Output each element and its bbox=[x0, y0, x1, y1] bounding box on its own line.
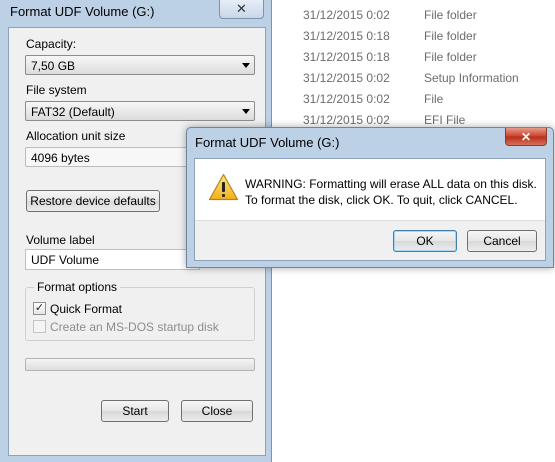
chevron-down-icon bbox=[242, 63, 250, 68]
format-progress-bar bbox=[25, 358, 255, 371]
filesystem-value: FAT32 (Default) bbox=[31, 105, 115, 119]
volume-label-value: UDF Volume bbox=[31, 253, 100, 267]
date-modified: 31/12/2015 0:02 bbox=[303, 71, 390, 85]
cancel-button[interactable]: Cancel bbox=[467, 230, 537, 252]
file-type: EFI File bbox=[424, 113, 466, 127]
warning-message-line: WARNING: Formatting will erase ALL data … bbox=[245, 177, 537, 191]
close-button[interactable]: Close bbox=[181, 400, 253, 422]
start-button[interactable]: Start bbox=[101, 400, 169, 422]
restore-defaults-button[interactable]: Restore device defaults bbox=[26, 190, 160, 212]
warning-dialog: Format UDF Volume (G:) ✕ WARNING: Format… bbox=[186, 127, 554, 268]
capacity-select[interactable]: 7,50 GB bbox=[25, 55, 255, 75]
list-item[interactable]: 31/12/2015 0:02 File bbox=[300, 89, 555, 110]
capacity-value: 7,50 GB bbox=[31, 59, 76, 73]
format-options-title: Format options bbox=[34, 280, 121, 294]
date-modified: 31/12/2015 0:18 bbox=[303, 29, 390, 43]
allocation-select[interactable]: 4096 bytes bbox=[25, 147, 200, 167]
date-modified: 31/12/2015 0:02 bbox=[303, 8, 390, 22]
close-icon[interactable]: ✕ bbox=[219, 0, 264, 19]
allocation-label: Allocation unit size bbox=[26, 129, 126, 143]
msdos-startup-checkbox[interactable] bbox=[33, 320, 46, 333]
warning-dialog-footer: OK Cancel bbox=[195, 220, 545, 260]
file-type: File folder bbox=[424, 29, 477, 43]
volume-label-field[interactable]: UDF Volume bbox=[25, 249, 200, 270]
quick-format-label: Quick Format bbox=[50, 302, 123, 316]
allocation-value: 4096 bytes bbox=[31, 151, 90, 165]
close-icon[interactable]: ✕ bbox=[505, 128, 547, 146]
file-type: File folder bbox=[424, 8, 477, 22]
warning-message-line: To format the disk, click OK. To quit, c… bbox=[245, 193, 518, 207]
file-type: File folder bbox=[424, 50, 477, 64]
filesystem-label: File system bbox=[26, 83, 87, 97]
date-modified: 31/12/2015 0:18 bbox=[303, 50, 390, 64]
list-item[interactable]: 31/12/2015 0:18 File folder bbox=[300, 47, 555, 68]
warning-dialog-title: Format UDF Volume (G:) bbox=[195, 135, 340, 150]
dialog-title: Format UDF Volume (G:) bbox=[10, 4, 155, 19]
list-item[interactable]: 31/12/2015 0:02 Setup Information bbox=[300, 68, 555, 89]
date-modified: 31/12/2015 0:02 bbox=[303, 92, 390, 106]
list-item[interactable]: 31/12/2015 0:18 File folder bbox=[300, 26, 555, 47]
warning-message: WARNING: Formatting will erase ALL data … bbox=[245, 176, 537, 208]
volume-label-label: Volume label bbox=[26, 233, 95, 247]
file-type: Setup Information bbox=[424, 71, 519, 85]
msdos-startup-label: Create an MS-DOS startup disk bbox=[50, 320, 219, 334]
capacity-label: Capacity: bbox=[26, 37, 77, 51]
file-type: File bbox=[424, 92, 444, 106]
date-modified: 31/12/2015 0:02 bbox=[303, 113, 390, 127]
warning-dialog-content: WARNING: Formatting will erase ALL data … bbox=[194, 158, 546, 261]
warning-icon bbox=[208, 173, 239, 201]
list-item[interactable]: 31/12/2015 0:02 File folder bbox=[300, 5, 555, 26]
filesystem-select[interactable]: FAT32 (Default) bbox=[25, 101, 255, 121]
quick-format-checkbox[interactable]: ✓ bbox=[33, 302, 46, 315]
chevron-down-icon bbox=[242, 109, 250, 114]
ok-button[interactable]: OK bbox=[393, 230, 457, 252]
